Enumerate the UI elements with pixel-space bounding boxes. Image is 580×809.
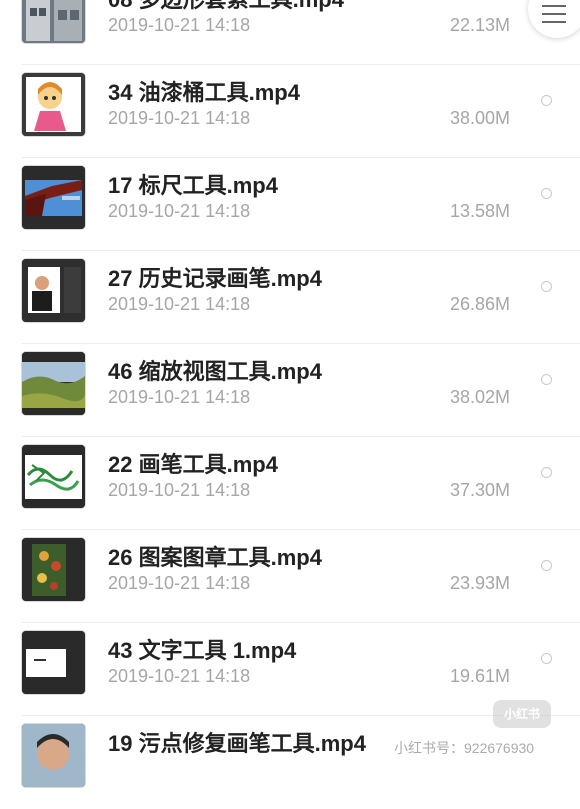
video-thumbnail xyxy=(22,73,85,136)
file-date: 2019-10-21 14:18 xyxy=(108,573,251,593)
list-item[interactable]: 34 油漆桶工具.mp4 2019-10-21 14:18 38.00M xyxy=(0,65,580,158)
list-item[interactable]: 43 文字工具 1.mp4 2019-10-21 14:18 19.61M xyxy=(0,623,580,716)
file-title: 19 污点修复画笔工具.mp4 xyxy=(108,731,366,756)
file-title: 26 图案图章工具.mp4 xyxy=(108,545,322,570)
file-size: 23.93M xyxy=(449,573,510,593)
file-size: 19.61M xyxy=(449,666,510,686)
video-thumbnail xyxy=(22,259,85,322)
video-thumbnail xyxy=(22,538,85,601)
file-title: 22 画笔工具.mp4 xyxy=(108,452,278,477)
select-radio-icon[interactable] xyxy=(541,95,552,106)
list-item[interactable]: 27 历史记录画笔.mp4 2019-10-21 14:18 26.86M xyxy=(0,251,580,344)
select-radio-icon[interactable] xyxy=(541,188,552,199)
list-item[interactable]: 22 画笔工具.mp4 2019-10-21 14:18 37.30M xyxy=(0,437,580,530)
file-title: 34 油漆桶工具.mp4 xyxy=(108,80,300,105)
video-thumbnail xyxy=(22,0,85,43)
file-size: 22.13M xyxy=(449,15,510,35)
video-thumbnail xyxy=(22,724,85,787)
file-list: 08 多边形套索工具.mp4 2019-10-21 14:18 22.13M 3… xyxy=(0,0,580,809)
file-size: 37.30M xyxy=(449,480,510,500)
select-radio-icon[interactable] xyxy=(541,560,552,571)
video-thumbnail xyxy=(22,352,85,415)
file-title: 17 标尺工具.mp4 xyxy=(108,173,278,198)
watermark-badge: 小红书 xyxy=(493,700,551,728)
list-item[interactable]: 17 标尺工具.mp4 2019-10-21 14:18 13.58M xyxy=(0,158,580,251)
video-thumbnail xyxy=(22,631,85,694)
file-date: 2019-10-21 14:18 xyxy=(108,387,251,407)
file-date: 2019-10-21 14:18 xyxy=(108,15,251,35)
select-radio-icon[interactable] xyxy=(541,467,552,478)
select-radio-icon[interactable] xyxy=(541,374,552,385)
file-size: 13.58M xyxy=(449,201,510,221)
file-date: 2019-10-21 14:18 xyxy=(108,108,251,128)
list-item[interactable]: 46 缩放视图工具.mp4 2019-10-21 14:18 38.02M xyxy=(0,344,580,437)
file-title: 27 历史记录画笔.mp4 xyxy=(108,266,322,291)
list-item[interactable]: 19 污点修复画笔工具.mp4 xyxy=(0,716,580,809)
file-date: 2019-10-21 14:18 xyxy=(108,201,251,221)
video-thumbnail xyxy=(22,166,85,229)
file-title: 08 多边形套索工具.mp4 xyxy=(108,0,344,14)
file-date: 2019-10-21 14:18 xyxy=(108,294,251,314)
select-radio-icon[interactable] xyxy=(541,281,552,292)
list-item[interactable]: 08 多边形套索工具.mp4 2019-10-21 14:18 22.13M xyxy=(0,0,580,65)
file-size: 38.02M xyxy=(449,387,510,407)
file-title: 46 缩放视图工具.mp4 xyxy=(108,359,322,384)
select-radio-icon[interactable] xyxy=(541,653,552,664)
file-size: 26.86M xyxy=(449,294,510,314)
file-date: 2019-10-21 14:18 xyxy=(108,480,251,500)
file-title: 43 文字工具 1.mp4 xyxy=(108,638,297,663)
watermark-text: 小红书号：922676930 xyxy=(394,740,535,756)
file-date: 2019-10-21 14:18 xyxy=(108,666,251,686)
list-item[interactable]: 26 图案图章工具.mp4 2019-10-21 14:18 23.93M xyxy=(0,530,580,623)
file-size: 38.00M xyxy=(449,108,510,128)
video-thumbnail xyxy=(22,445,85,508)
